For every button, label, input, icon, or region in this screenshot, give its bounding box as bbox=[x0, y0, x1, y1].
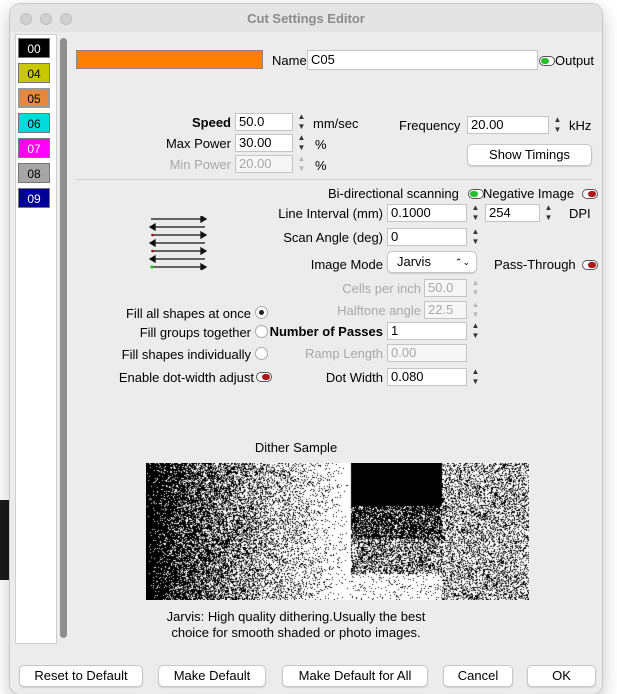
speed-field[interactable]: 50.0 bbox=[235, 113, 293, 131]
reset-to-default-button[interactable]: Reset to Default bbox=[19, 665, 143, 687]
speed-stepper[interactable]: ▲ ▼ bbox=[295, 112, 308, 132]
output-toggle[interactable] bbox=[539, 56, 555, 66]
layer-swatch-05[interactable]: 05 bbox=[18, 88, 50, 108]
layer-swatch-09[interactable]: 09 bbox=[18, 188, 50, 208]
dither-sample-image bbox=[146, 463, 529, 600]
frequency-field[interactable]: 20.00 bbox=[467, 116, 549, 134]
min-power-unit: % bbox=[315, 158, 327, 173]
name-field[interactable]: C05 bbox=[307, 50, 538, 70]
max-power-field[interactable]: 30.00 bbox=[235, 134, 293, 152]
updown-chevron-icon: ⌃⌄ bbox=[454, 257, 470, 267]
scan-angle-label: Scan Angle (deg) bbox=[283, 230, 383, 245]
layer-list-scrollbar[interactable] bbox=[60, 38, 67, 638]
cancel-button[interactable]: Cancel bbox=[443, 665, 513, 687]
show-timings-button[interactable]: Show Timings bbox=[467, 144, 592, 166]
min-power-label: Min Power bbox=[169, 157, 231, 172]
dot-width-label: Dot Width bbox=[325, 370, 383, 385]
line-interval-stepper[interactable]: ▲ ▼ bbox=[469, 203, 482, 223]
bidirectional-label: Bi-directional scanning bbox=[328, 186, 459, 201]
dither-description-line1: Jarvis: High quality dithering.Usually t… bbox=[166, 609, 426, 624]
dpi-field[interactable]: 254 bbox=[485, 204, 540, 222]
background-window-edge bbox=[0, 500, 10, 580]
fill-groups-label: Fill groups together bbox=[139, 325, 251, 340]
image-mode-select[interactable]: Jarvis ⌃⌄ bbox=[387, 251, 477, 273]
make-default-button[interactable]: Make Default bbox=[158, 665, 266, 687]
dither-sample-title: Dither Sample bbox=[254, 440, 338, 455]
dot-width-stepper[interactable]: ▲ ▼ bbox=[469, 367, 482, 387]
dot-width-field[interactable]: 0.080 bbox=[387, 368, 467, 386]
speed-label: Speed bbox=[191, 115, 231, 130]
frequency-stepper[interactable]: ▲ ▼ bbox=[551, 115, 564, 135]
layer-swatch-07[interactable]: 07 bbox=[18, 138, 50, 158]
title-bar: Cut Settings Editor bbox=[10, 4, 602, 32]
line-interval-label: Line Interval (mm) bbox=[278, 206, 383, 221]
dpi-label: DPI bbox=[569, 206, 591, 221]
halftone-angle-stepper: ▲ ▼ bbox=[471, 300, 480, 319]
dot-width-adjust-label: Enable dot-width adjust bbox=[118, 370, 254, 385]
image-mode-label: Image Mode bbox=[310, 257, 383, 272]
scan-lines-graphic bbox=[148, 216, 208, 270]
pass-through-label: Pass-Through bbox=[494, 257, 576, 272]
dot-width-adjust-toggle[interactable] bbox=[256, 372, 272, 382]
num-passes-label: Number of Passes bbox=[269, 324, 383, 339]
bidirectional-toggle[interactable] bbox=[468, 189, 484, 199]
fill-groups-radio[interactable] bbox=[255, 325, 268, 338]
num-passes-field[interactable]: 1 bbox=[387, 322, 467, 340]
fill-individually-radio[interactable] bbox=[255, 347, 268, 360]
ok-button[interactable]: OK bbox=[527, 665, 596, 687]
ramp-length-label: Ramp Length bbox=[304, 346, 383, 361]
output-label: Output bbox=[555, 53, 595, 68]
frequency-unit: kHz bbox=[569, 118, 592, 133]
frequency-label: Frequency bbox=[399, 118, 461, 133]
make-default-for-all-button[interactable]: Make Default for All bbox=[282, 665, 428, 687]
window-title: Cut Settings Editor bbox=[247, 11, 365, 26]
layer-color-swatch[interactable] bbox=[76, 50, 263, 69]
image-mode-value: Jarvis bbox=[397, 254, 431, 269]
fill-all-label: Fill all shapes at once bbox=[125, 306, 251, 321]
layer-swatch-06[interactable]: 06 bbox=[18, 113, 50, 133]
min-power-stepper: ▲ ▼ bbox=[297, 154, 306, 173]
fill-all-radio[interactable] bbox=[255, 306, 268, 319]
halftone-angle-field: 22.5 bbox=[424, 301, 467, 319]
cells-per-inch-label: Cells per inch bbox=[342, 281, 421, 296]
scan-angle-field[interactable]: 0 bbox=[387, 228, 467, 246]
layer-swatch-04[interactable]: 04 bbox=[18, 63, 50, 83]
halftone-angle-label: Halftone angle bbox=[337, 303, 421, 318]
cells-per-inch-stepper: ▲ ▼ bbox=[471, 278, 480, 297]
scan-angle-stepper[interactable]: ▲ ▼ bbox=[469, 227, 482, 247]
line-interval-field[interactable]: 0.1000 bbox=[387, 204, 467, 222]
layer-swatch-00[interactable]: 00 bbox=[18, 38, 50, 58]
dither-description-line2: choice for smooth shaded or photo images… bbox=[171, 625, 421, 640]
negative-image-toggle[interactable] bbox=[582, 189, 598, 199]
min-power-field: 20.00 bbox=[235, 155, 293, 173]
fill-individually-label: Fill shapes individually bbox=[121, 347, 251, 362]
max-power-unit: % bbox=[315, 137, 327, 152]
num-passes-stepper[interactable]: ▲ ▼ bbox=[469, 321, 482, 341]
dpi-stepper[interactable]: ▲ ▼ bbox=[542, 203, 555, 223]
negative-image-label: Negative Image bbox=[483, 186, 575, 201]
speed-unit: mm/sec bbox=[313, 116, 359, 131]
name-label: Name bbox=[272, 53, 307, 68]
max-power-stepper[interactable]: ▲ ▼ bbox=[295, 133, 308, 153]
ramp-length-field: 0.00 bbox=[387, 344, 467, 362]
max-power-label: Max Power bbox=[165, 136, 231, 151]
section-divider bbox=[76, 179, 592, 180]
pass-through-toggle[interactable] bbox=[582, 260, 598, 270]
layer-swatch-08[interactable]: 08 bbox=[18, 163, 50, 183]
cut-settings-window: Cut Settings Editor 00 04 05 06 07 08 09 Name … bbox=[10, 4, 602, 694]
cells-per-inch-field: 50.0 bbox=[424, 279, 467, 297]
